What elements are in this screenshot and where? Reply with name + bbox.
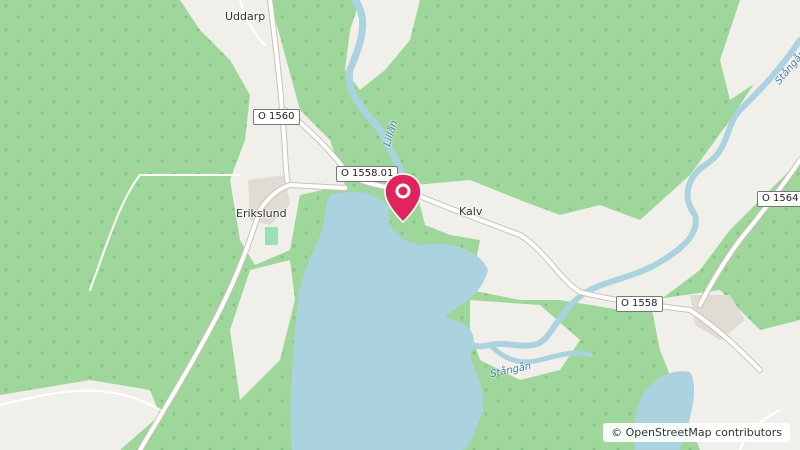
map-view[interactable]: Uddarp Erikslund Kalv O 1560 O 1558.01 O… — [0, 0, 800, 450]
road-label-o1564: O 1564 — [757, 191, 800, 207]
attribution[interactable]: © OpenStreetMap contributors — [603, 423, 790, 442]
place-label-kalv: Kalv — [459, 205, 483, 218]
map-pin-icon[interactable] — [383, 172, 423, 224]
green-patch — [265, 227, 278, 245]
place-label-erikslund: Erikslund — [236, 207, 287, 220]
place-label-uddarp: Uddarp — [225, 10, 266, 23]
road-label-o1558: O 1558 — [616, 296, 663, 312]
map-base — [0, 0, 800, 450]
road-label-o1560: O 1560 — [253, 109, 300, 125]
